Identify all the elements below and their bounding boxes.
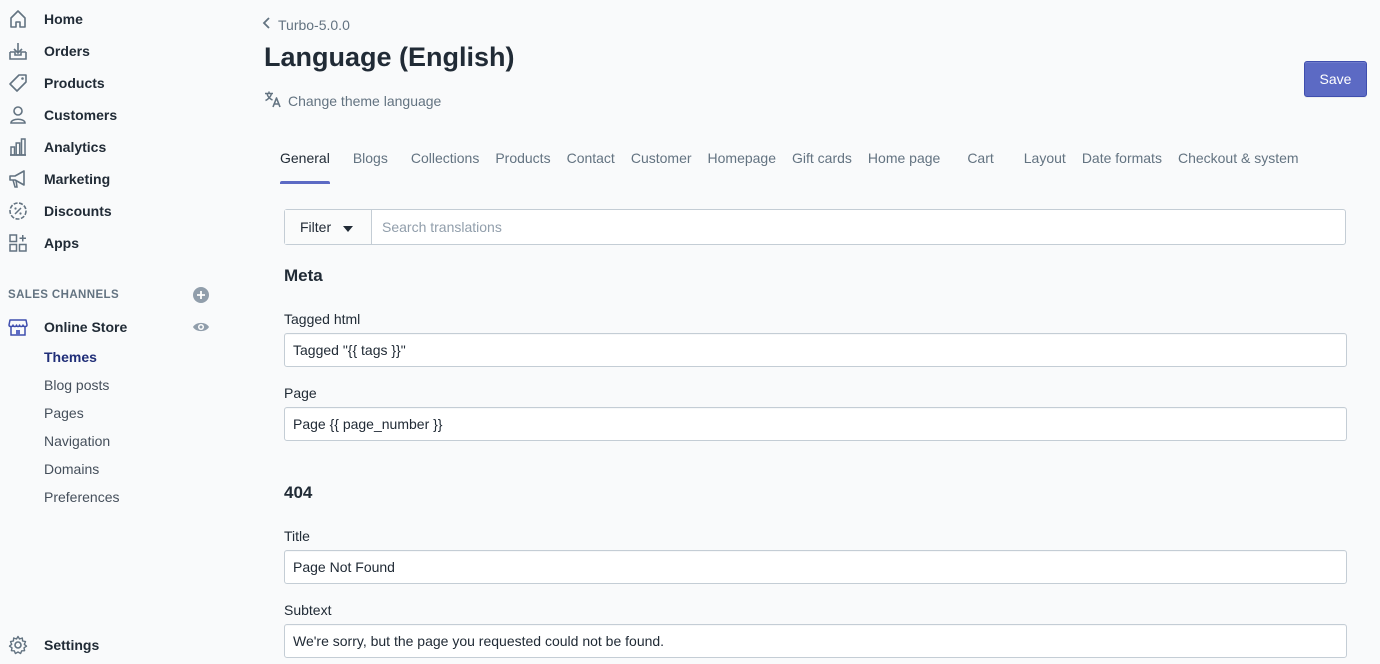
save-button[interactable]: Save	[1304, 61, 1367, 97]
nav-item-online-store[interactable]: Online Store	[0, 311, 224, 343]
tab-products[interactable]: Products	[487, 140, 558, 184]
tagged-html-field[interactable]	[284, 333, 1347, 367]
nav-label: Home	[44, 11, 83, 27]
filter-button[interactable]: Filter	[285, 210, 372, 244]
nav-item-analytics[interactable]: Analytics	[0, 131, 224, 163]
nav-label: Apps	[44, 235, 79, 251]
sidebar-sub-item-preferences[interactable]: Preferences	[44, 489, 119, 505]
field-label-page: Page	[284, 385, 317, 401]
search-input[interactable]	[372, 210, 1345, 244]
tab-cart[interactable]: Cart	[959, 140, 1001, 184]
sidebar-sub-item-navigation[interactable]: Navigation	[44, 433, 110, 449]
tab-customer[interactable]: Customer	[623, 140, 700, 184]
nav-label: Settings	[44, 637, 100, 653]
nav-item-settings[interactable]: Settings	[0, 629, 224, 661]
tab-date-formats[interactable]: Date formats	[1074, 140, 1170, 184]
add-sales-channel-icon[interactable]	[192, 286, 210, 304]
tab-collections[interactable]: Collections	[403, 140, 487, 184]
discount-icon	[8, 201, 28, 221]
tab-checkout-system[interactable]: Checkout & system	[1170, 140, 1307, 184]
field-label-title: Title	[284, 528, 310, 544]
sidebar: Home Orders Products Customers Analytics…	[0, 0, 224, 664]
nav-label: Discounts	[44, 203, 112, 219]
store-icon	[8, 317, 28, 337]
tab-gift-cards[interactable]: Gift cards	[784, 140, 860, 184]
megaphone-icon	[8, 169, 28, 189]
filter-label: Filter	[300, 219, 332, 235]
tab-home-page[interactable]: Home page	[860, 140, 948, 184]
nav-label: Orders	[44, 43, 90, 59]
filter-bar: Filter	[284, 209, 1346, 245]
person-icon	[8, 105, 28, 125]
change-theme-language-link[interactable]: Change theme language	[264, 90, 441, 111]
breadcrumb[interactable]: Turbo-5.0.0	[262, 16, 350, 33]
nav-label: Marketing	[44, 171, 111, 187]
tag-icon	[8, 73, 28, 93]
nav-label: Analytics	[44, 139, 107, 155]
nav-item-customers[interactable]: Customers	[0, 99, 224, 131]
home-icon	[8, 9, 28, 29]
page-title: Language (English)	[264, 42, 515, 72]
tab-homepage[interactable]: Homepage	[700, 140, 785, 184]
tab-general[interactable]: General	[272, 140, 338, 184]
sales-channels-heading: SALES CHANNELS	[8, 289, 120, 301]
gear-icon	[8, 635, 28, 655]
page-field[interactable]	[284, 407, 1347, 441]
caret-down-icon	[343, 219, 354, 235]
apps-icon	[8, 233, 28, 253]
nav-item-discounts[interactable]: Discounts	[0, 195, 224, 227]
section-heading-meta: Meta	[284, 266, 323, 285]
nav-item-home[interactable]: Home	[0, 3, 224, 35]
nav-item-products[interactable]: Products	[0, 67, 224, 99]
tab-contact[interactable]: Contact	[559, 140, 623, 184]
nav-label: Products	[44, 75, 105, 91]
nav-item-orders[interactable]: Orders	[0, 35, 224, 67]
tab-bar: General Blogs Collections Products Conta…	[272, 140, 1307, 184]
tab-layout[interactable]: Layout	[1016, 140, 1074, 184]
sidebar-sub-item-themes[interactable]: Themes	[44, 349, 97, 365]
section-heading-404: 404	[284, 483, 313, 502]
title-field[interactable]	[284, 550, 1347, 584]
sidebar-sub-item-domains[interactable]: Domains	[44, 461, 99, 477]
nav-item-apps[interactable]: Apps	[0, 227, 224, 259]
nav-label: Customers	[44, 107, 118, 123]
chevron-left-icon	[262, 16, 272, 33]
tab-blogs[interactable]: Blogs	[345, 140, 396, 184]
eye-icon[interactable]	[192, 318, 210, 336]
field-label-tagged-html: Tagged html	[284, 311, 361, 327]
breadcrumb-label: Turbo-5.0.0	[278, 16, 350, 33]
field-label-subtext: Subtext	[284, 602, 332, 618]
sidebar-sub-item-blog-posts[interactable]: Blog posts	[44, 377, 109, 393]
sub-action-label: Change theme language	[288, 92, 442, 109]
orders-icon	[8, 41, 28, 61]
bar-chart-icon	[8, 137, 28, 157]
nav-label: Online Store	[44, 319, 128, 335]
subtext-field[interactable]	[284, 624, 1347, 658]
sidebar-sub-item-pages[interactable]: Pages	[44, 405, 84, 421]
nav-item-marketing[interactable]: Marketing	[0, 163, 224, 195]
translate-icon	[264, 90, 282, 111]
